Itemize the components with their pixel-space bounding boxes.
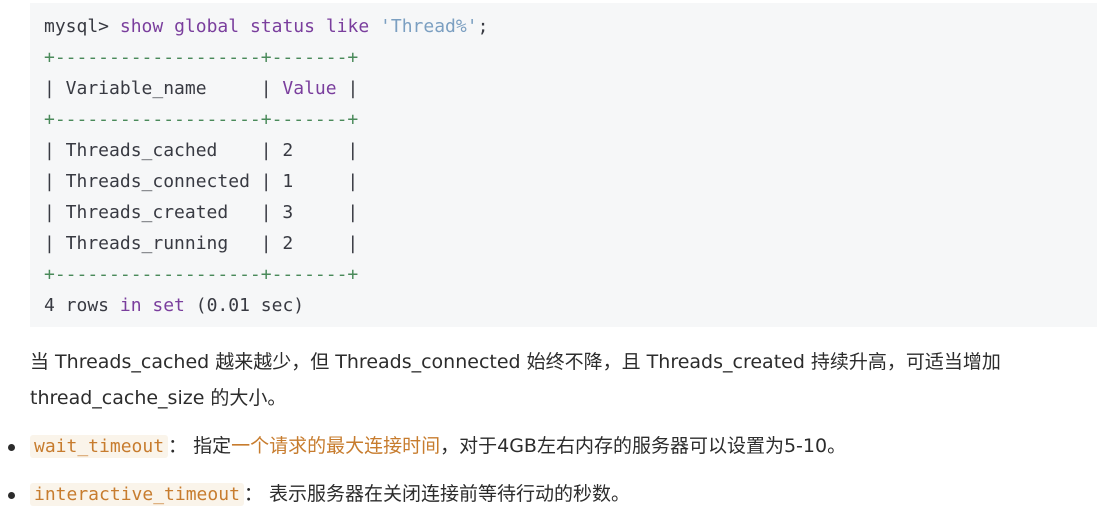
table-row: | Threads_created | 3 | [44,202,359,223]
header-variable-name: | Variable_name | [44,78,283,99]
table-header: | Variable_name | Value | [44,73,1097,104]
footer-count: 4 rows [44,295,120,316]
inline-code-interactive-timeout: interactive_timeout [30,483,244,506]
prompt: mysql> [44,16,120,37]
explanation-paragraph: 当 Threads_cached 越来越少，但 Threads_connecte… [30,351,1001,409]
inline-code-wait-timeout: wait_timeout [30,435,169,458]
highlighted-text: 一个请求的最大连接时间 [231,435,441,457]
keyword-like: like [325,16,370,37]
table-border-top: +-------------------+-------+ [44,47,359,68]
list-item: interactive_timeout： 表示服务器在关闭连接前等待行动的秒数。 [0,476,1097,524]
header-value: Value [282,78,337,99]
table-border-bottom: +-------------------+-------+ [44,264,359,285]
table-row: | Threads_connected | 1 | [44,171,359,192]
list-item-content: wait_timeout： 指定一个请求的最大连接时间，对于4GB左右内存的服务… [30,428,846,465]
list-item-text: ： 指定 [168,435,232,457]
keyword-status: status [249,16,315,37]
list-item-text-rest: ，对于4GB左右内存的服务器可以设置为5-10。 [440,435,847,457]
semicolon: ; [477,16,489,37]
keyword-show: show [119,16,164,37]
footer-time: (0.01 sec) [184,295,305,316]
footer-in: in [119,295,142,316]
list-item-content: interactive_timeout： 表示服务器在关闭连接前等待行动的秒数。 [30,476,630,513]
code-block: mysql> show global status like 'Thread%'… [30,3,1097,327]
bullet-dot-icon [8,492,15,499]
list-item-text: ： 表示服务器在关闭连接前等待行动的秒数。 [243,483,630,505]
result-footer: 4 rows in set (0.01 sec) [44,290,1097,321]
header-right: | [336,78,359,99]
list-item: wait_timeout： 指定一个请求的最大连接时间，对于4GB左右内存的服务… [0,428,1097,476]
table-row: | Threads_running | 2 | [44,233,359,254]
pattern-string: 'Thread%' [380,16,478,37]
keyword-global: global [174,16,240,37]
bullet-list: wait_timeout： 指定一个请求的最大连接时间，对于4GB左右内存的服务… [0,428,1097,524]
table-row: | Threads_cached | 2 | [44,140,359,161]
bullet-dot-icon [8,444,15,451]
command-line: mysql> show global status like 'Thread%'… [44,11,1097,42]
footer-set: set [141,295,185,316]
table-border-mid: +-------------------+-------+ [44,109,359,130]
